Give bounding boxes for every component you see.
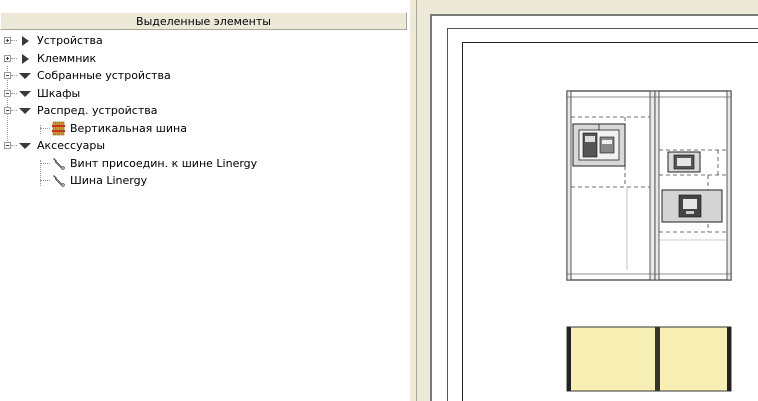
cabinet-elevation[interactable] [566, 90, 732, 281]
busbar-plan-view[interactable] [566, 326, 732, 392]
cabinet-drawing [566, 90, 732, 392]
